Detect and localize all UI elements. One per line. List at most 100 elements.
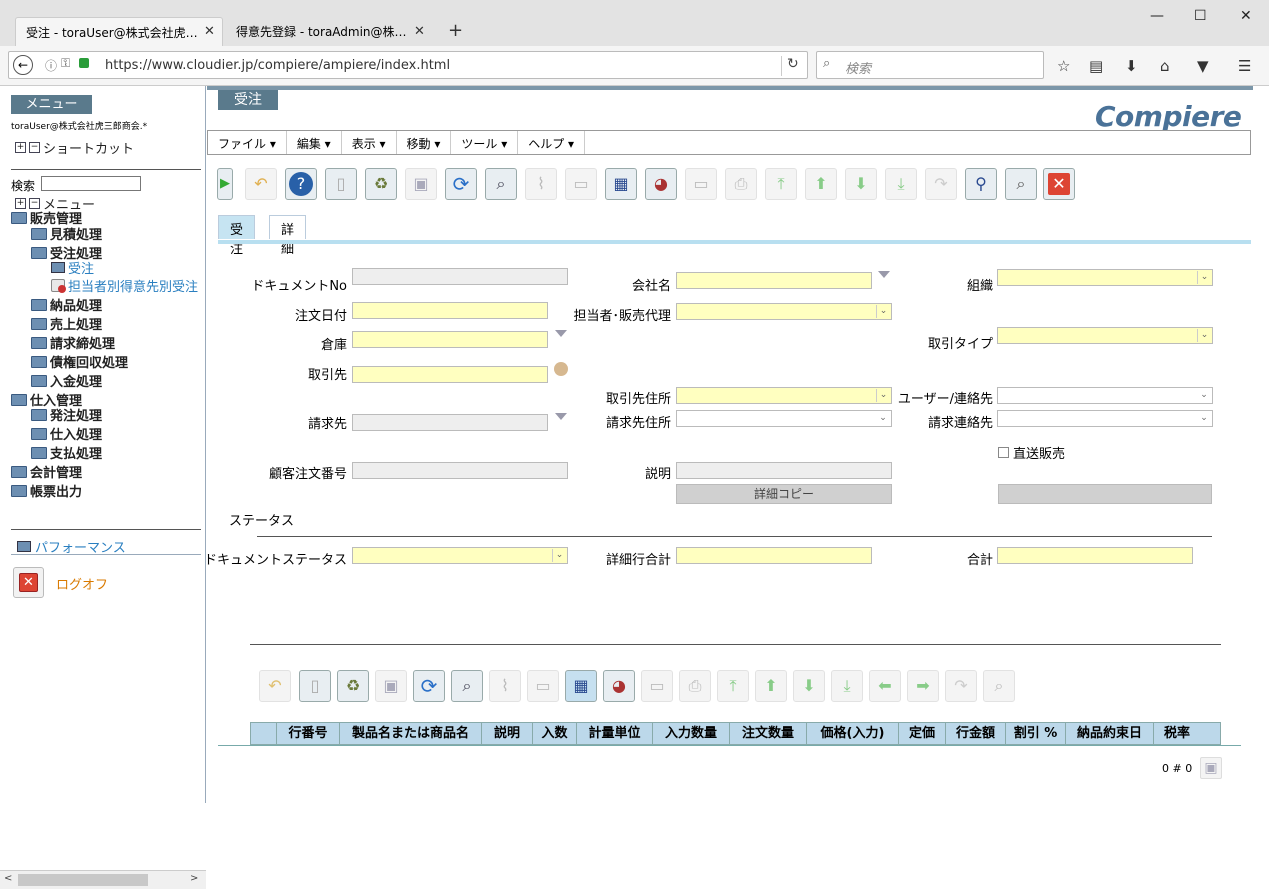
detail-chat-button[interactable]: ▭ xyxy=(527,670,559,702)
tree-folder-delivery[interactable]: 納品処理 xyxy=(31,295,102,314)
detail-find-button[interactable]: ⌕ xyxy=(451,670,483,702)
chevron-down-icon[interactable]: ⌄ xyxy=(1197,329,1211,342)
grid-col-promised-date[interactable]: 納品約束日 xyxy=(1066,723,1154,744)
history-button[interactable]: ◕ xyxy=(645,168,677,200)
detail-parent-button[interactable]: ⬅ xyxy=(869,670,901,702)
reader-view-icon[interactable]: ▤ xyxy=(1089,57,1103,75)
grid-col-line-no[interactable]: 行番号 xyxy=(277,723,340,744)
menu-edit[interactable]: 編集 ▾ xyxy=(287,131,342,154)
partner-lookup-icon[interactable] xyxy=(554,362,568,376)
logoff-button[interactable]: ✕ xyxy=(13,567,44,598)
tree-folder-purchase[interactable]: 仕入処理 xyxy=(31,424,102,443)
menu-go[interactable]: 移動 ▾ xyxy=(397,131,452,154)
tree-folder-billing[interactable]: 請求締処理 xyxy=(31,333,115,352)
chevron-down-icon[interactable]: ⌄ xyxy=(876,389,890,402)
detail-last-button[interactable]: ⤓ xyxy=(831,670,863,702)
tree-folder-payment-receipt[interactable]: 入金処理 xyxy=(31,371,102,390)
detail-undo-button[interactable]: ↶ xyxy=(259,670,291,702)
address-bar[interactable]: ← ⓘ ⚿ https://www.cloudier.jp/compiere/a… xyxy=(8,51,808,79)
detail-process-button[interactable]: ↷ xyxy=(945,670,977,702)
download-icon[interactable]: ⬇ xyxy=(1125,57,1138,75)
grid-col-pack-qty[interactable]: 入数 xyxy=(533,723,577,744)
order-date-field[interactable] xyxy=(352,302,548,319)
browser-tab-customer[interactable]: 得意先登録 - toraAdmin@株… xyxy=(226,17,426,46)
close-tab-icon[interactable]: ✕ xyxy=(204,24,215,39)
grid-col-discount[interactable]: 割引 % xyxy=(1006,723,1066,744)
find-button[interactable]: ⌕ xyxy=(485,168,517,200)
company-field[interactable] xyxy=(676,272,872,289)
bill-contact-field[interactable]: ⌄ xyxy=(997,410,1213,427)
grid-col-uom[interactable]: 計量単位 xyxy=(577,723,653,744)
pocket-icon[interactable]: ▼ xyxy=(1197,57,1209,75)
search-bar[interactable]: ⌕ 検索 xyxy=(816,51,1044,79)
grid-save-icon[interactable]: ▣ xyxy=(1200,757,1222,779)
print-button[interactable]: ⎙ xyxy=(725,168,757,200)
back-icon[interactable]: ← xyxy=(13,55,33,75)
warehouse-field[interactable] xyxy=(352,331,548,348)
chat-button[interactable]: ▭ xyxy=(565,168,597,200)
customer-po-field[interactable] xyxy=(352,462,568,479)
chevron-down-icon[interactable]: ⌄ xyxy=(1197,271,1211,284)
menu-search-input[interactable] xyxy=(41,176,141,191)
tree-item-order[interactable]: 受注 xyxy=(51,258,94,277)
close-window-button[interactable]: ✕ xyxy=(1043,168,1075,200)
menu-file[interactable]: ファイル ▾ xyxy=(208,131,287,154)
detail-save-button[interactable]: ▣ xyxy=(375,670,407,702)
dropdown-triangle-icon[interactable] xyxy=(555,413,567,420)
grid-toggle-button[interactable]: ▦ xyxy=(605,168,637,200)
product-info-button[interactable]: ⌕ xyxy=(1005,168,1037,200)
detail-first-button[interactable]: ⤒ xyxy=(717,670,749,702)
previous-record-button[interactable]: ⬆ xyxy=(805,168,837,200)
detail-archive-button[interactable]: ▭ xyxy=(641,670,673,702)
detail-previous-button[interactable]: ⬆ xyxy=(755,670,787,702)
bookmark-star-icon[interactable]: ☆ xyxy=(1057,57,1070,75)
grid-col-line-amount[interactable]: 行金額 xyxy=(946,723,1006,744)
tree-folder-reports[interactable]: 帳票出力 xyxy=(11,481,82,500)
collapse-icon[interactable]: − xyxy=(29,142,40,153)
info-icon[interactable]: ⓘ xyxy=(45,57,57,74)
partner-field[interactable] xyxy=(352,366,548,383)
document-no-field[interactable] xyxy=(352,268,568,285)
maximize-icon[interactable]: ☐ xyxy=(1194,8,1207,24)
grid-col-tax[interactable]: 税率 xyxy=(1154,723,1200,744)
scroll-left-icon[interactable]: < xyxy=(4,873,12,884)
save-button[interactable]: ▣ xyxy=(405,168,437,200)
toggle-panel-button[interactable]: ▶ xyxy=(217,168,233,200)
dropdown-triangle-icon[interactable] xyxy=(878,271,890,278)
user-contact-field[interactable]: ⌄ xyxy=(997,387,1213,404)
logoff-link[interactable]: ログオフ xyxy=(56,574,108,593)
shortcut-node[interactable]: + − ショートカット xyxy=(15,138,134,157)
description-field[interactable] xyxy=(676,462,892,479)
expand-icon[interactable]: + xyxy=(15,142,26,153)
chevron-down-icon[interactable]: ⌄ xyxy=(1197,389,1211,402)
tree-folder-sales-invoice[interactable]: 売上処理 xyxy=(31,314,102,333)
menu-tools[interactable]: ツール ▾ xyxy=(451,131,519,154)
detail-attachment-button[interactable]: ⌇ xyxy=(489,670,521,702)
copy-lines-button[interactable]: 詳細コピー xyxy=(676,484,892,504)
detail-grid-toggle-button[interactable]: ▦ xyxy=(565,670,597,702)
grid-col-entered-qty[interactable]: 入力数量 xyxy=(653,723,730,744)
grid-col-list-price[interactable]: 定価 xyxy=(899,723,946,744)
grand-total-field[interactable] xyxy=(997,547,1193,564)
menu-view[interactable]: 表示 ▾ xyxy=(342,131,397,154)
tree-folder-quotes[interactable]: 見積処理 xyxy=(31,224,102,243)
zoom-across-button[interactable]: ⚲ xyxy=(965,168,997,200)
chevron-down-icon[interactable]: ⌄ xyxy=(876,305,890,318)
last-record-button[interactable]: ⤓ xyxy=(885,168,917,200)
chevron-down-icon[interactable]: ⌄ xyxy=(876,412,890,425)
line-total-field[interactable] xyxy=(676,547,872,564)
horizontal-scrollbar[interactable]: < > xyxy=(0,870,206,889)
grid-col-product[interactable]: 製品名または商品名 xyxy=(340,723,482,744)
tree-folder-payment[interactable]: 支払処理 xyxy=(31,443,102,462)
doc-status-field[interactable]: ⌄ xyxy=(352,547,568,564)
detail-delete-button[interactable]: ♻ xyxy=(337,670,369,702)
process-button[interactable]: ↷ xyxy=(925,168,957,200)
menu-help[interactable]: ヘルプ ▾ xyxy=(518,131,586,154)
scroll-thumb[interactable] xyxy=(18,874,148,886)
tree-folder-collection[interactable]: 債権回収処理 xyxy=(31,352,128,371)
new-tab-button[interactable]: + xyxy=(448,20,463,41)
new-record-button[interactable]: ▯ xyxy=(325,168,357,200)
sales-rep-field[interactable]: ⌄ xyxy=(676,303,892,320)
bill-location-field[interactable]: ⌄ xyxy=(676,410,892,427)
grid-col-order-qty[interactable]: 注文数量 xyxy=(730,723,807,744)
